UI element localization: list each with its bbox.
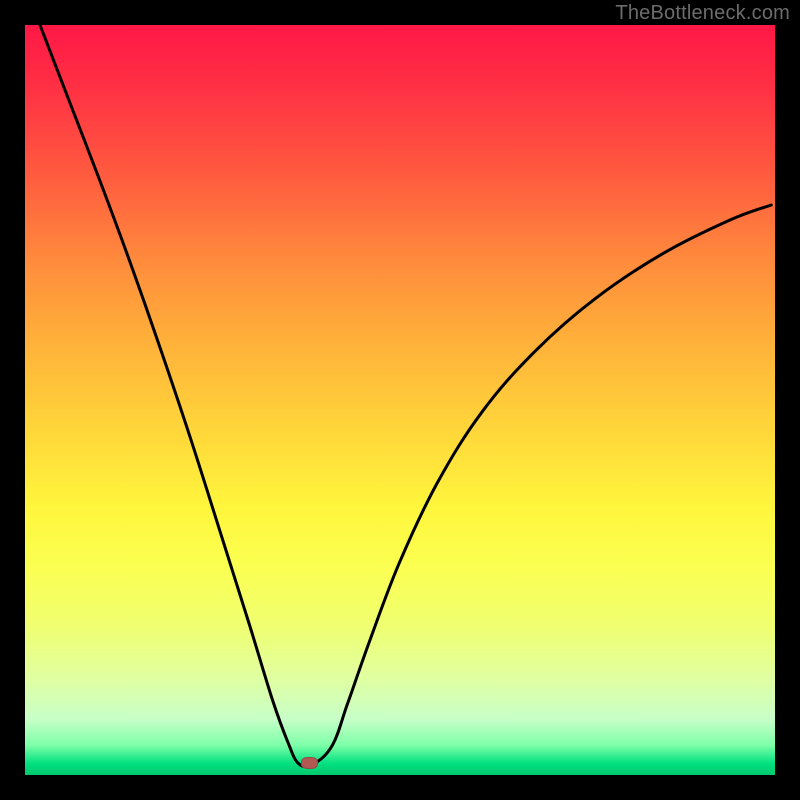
plot-area xyxy=(25,25,775,775)
minimum-marker xyxy=(301,757,318,769)
bottleneck-curve xyxy=(25,25,775,775)
chart-frame: TheBottleneck.com xyxy=(0,0,800,800)
watermark-text: TheBottleneck.com xyxy=(615,2,790,25)
